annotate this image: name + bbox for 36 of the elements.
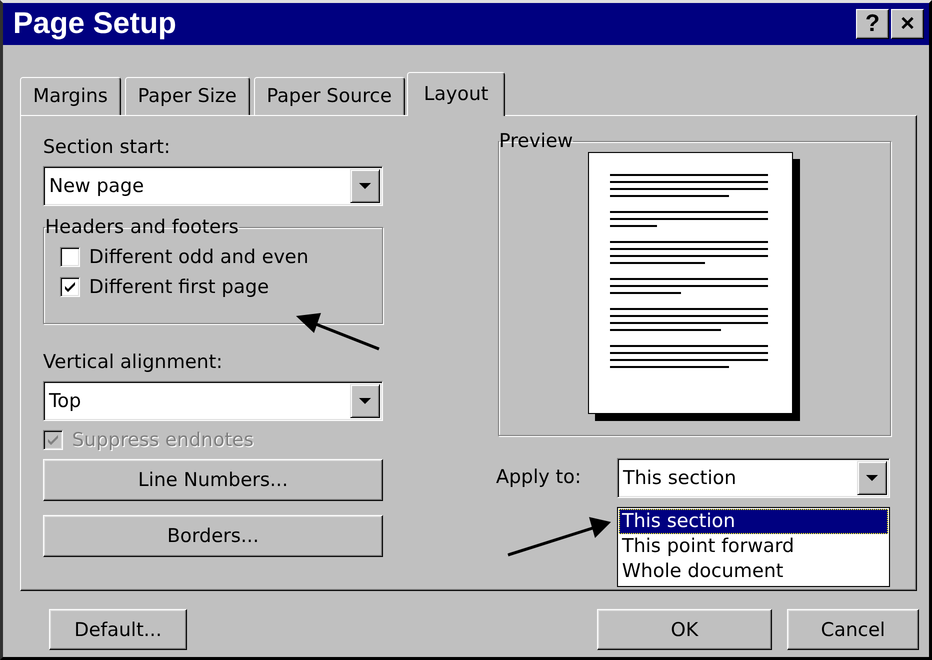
close-button[interactable]: × [891,9,924,39]
ok-button[interactable]: OK [597,609,772,650]
help-button[interactable]: ? [856,9,889,39]
dropdown-option[interactable]: Whole document [619,559,888,584]
dropdown-button[interactable] [350,169,380,203]
field-label: Vertical alignment: [43,351,224,375]
caret-icon [359,398,371,404]
tab[interactable]: Paper Size [124,77,250,115]
field-label: Section start: [43,136,172,160]
cancel-button[interactable]: Cancel [787,609,919,650]
checkbox-label: Different odd and even [89,246,309,268]
tab[interactable]: Layout [406,72,506,116]
check-icon [47,434,59,446]
default-button[interactable]: Default... [49,609,187,650]
section-start-dropdown[interactable]: New page [43,166,383,206]
dropdown-button[interactable] [350,384,380,418]
dropdown-button[interactable] [857,461,887,495]
apply-to-dropdown[interactable]: This section [617,458,890,498]
dropdown-option[interactable]: This section [619,509,888,534]
checkbox[interactable] [60,277,80,297]
checkbox-label: Different first page [89,276,269,298]
group-title: Headers and footers [45,216,239,238]
checkbox-label: Suppress endnotes [72,429,254,451]
tab[interactable]: Paper Source [254,77,405,115]
group-title: Preview [499,130,573,152]
action-button[interactable]: Borders... [43,515,383,557]
window-title: Page Setup [13,7,178,41]
action-button[interactable]: Line Numbers... [43,459,383,501]
caret-icon [866,475,878,481]
vertical-alignment-dropdown[interactable]: Top [43,381,383,421]
checkbox[interactable] [60,247,80,267]
tab[interactable]: Margins [20,77,121,115]
field-label: Apply to: [496,466,582,490]
check-icon [64,281,76,293]
caret-icon [359,183,371,189]
dropdown-option[interactable]: This point forward [619,534,888,559]
